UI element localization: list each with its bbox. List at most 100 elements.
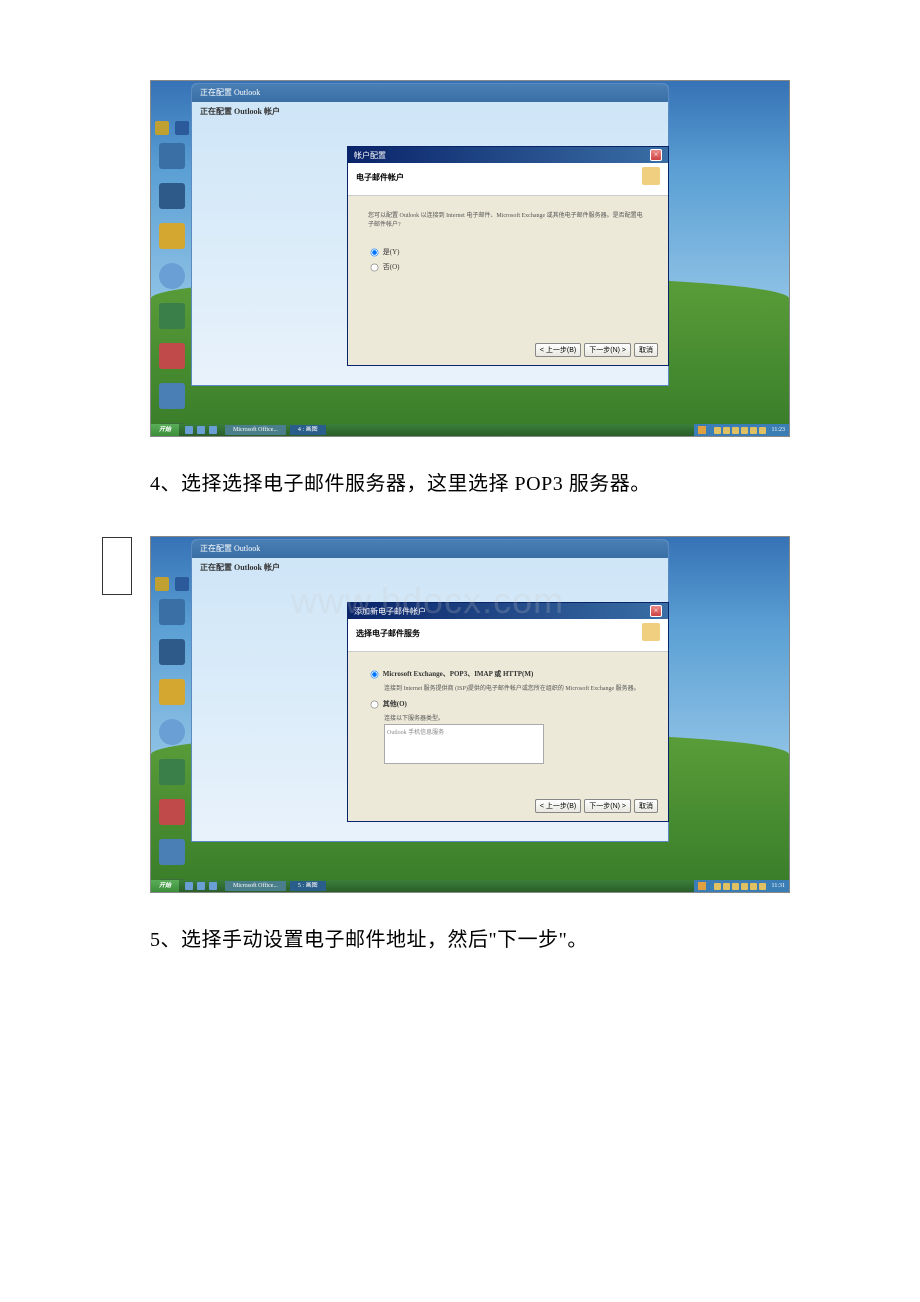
dialog-header: 电子邮件帐户 [348, 163, 668, 196]
step5-number: 5、 [150, 929, 181, 951]
desktop-icon[interactable] [159, 143, 185, 169]
dialog-hint: 您可以配置 Outlook 以连接到 Internet 电子邮件、Microso… [368, 210, 648, 228]
back-button[interactable]: < 上一步(B) [535, 799, 581, 813]
desktop-icons [154, 577, 189, 893]
dialog-titlebar: 添加新电子邮件帐户 × [348, 603, 668, 619]
quick-launch [179, 426, 223, 434]
radio-other-input[interactable] [371, 701, 379, 709]
desktop-icon[interactable] [159, 679, 185, 705]
close-icon[interactable]: × [650, 605, 662, 617]
dialog-title-text: 添加新电子邮件帐户 [354, 606, 426, 617]
shield-icon[interactable] [155, 577, 169, 591]
tray-icon[interactable] [759, 427, 766, 434]
taskbar: 开始 Microsoft Office... 5 : 画图 11:31 [151, 880, 789, 892]
step4-text: 4、选择选择电子邮件服务器，这里选择 POP3 服务器。 [150, 467, 860, 496]
tray-icon[interactable] [714, 427, 721, 434]
radio-yes[interactable]: 是(Y) [368, 246, 648, 259]
tray-icon[interactable] [732, 883, 739, 890]
outlook-wizard-window: 正在配置 Outlook 正在配置 Outlook 帐户 添加新电子邮件帐户 ×… [191, 539, 669, 842]
start-button[interactable]: 开始 [151, 424, 179, 436]
tray-icon[interactable] [732, 427, 739, 434]
screenshot-step4: 正在配置 Outlook 正在配置 Outlook 帐户 帐户配置 × 电子邮件… [150, 80, 790, 437]
cancel-button[interactable]: 取消 [634, 799, 658, 813]
cancel-button[interactable]: 取消 [634, 343, 658, 357]
ie-icon[interactable] [159, 719, 185, 745]
taskbar-item-office[interactable]: Microsoft Office... [225, 425, 286, 435]
step4-number: 4、 [150, 473, 181, 495]
tray-icon[interactable] [723, 883, 730, 890]
desktop-icon[interactable] [159, 639, 185, 665]
quick-launch [179, 882, 223, 890]
radio-no-input[interactable] [371, 264, 379, 272]
ql-icon[interactable] [197, 426, 205, 434]
desktop-icon[interactable] [159, 839, 185, 865]
clock: 11:23 [772, 427, 785, 433]
desktop-icon[interactable] [159, 759, 185, 785]
tray-icon[interactable] [723, 427, 730, 434]
wizard-sidebar-label: 正在配置 Outlook 帐户 [200, 562, 290, 573]
radio-other-label: 其他(O) [383, 700, 407, 708]
desktop-icons [154, 121, 189, 437]
outlook-wizard-window: 正在配置 Outlook 正在配置 Outlook 帐户 帐户配置 × 电子邮件… [191, 83, 669, 386]
tray-icon[interactable] [714, 883, 721, 890]
window-title: 正在配置 Outlook [192, 540, 668, 558]
radio-yes-label: 是(Y) [383, 248, 400, 256]
desktop-icon[interactable] [159, 799, 185, 825]
ie-icon[interactable] [159, 263, 185, 289]
dialog-titlebar: 帐户配置 × [348, 147, 668, 163]
tray-icon[interactable] [750, 427, 757, 434]
dialog-footer: < 上一步(B) 下一步(N) > 取消 [535, 343, 658, 357]
server-listbox[interactable]: Outlook 手机信息服务 [384, 724, 544, 764]
window-title: 正在配置 Outlook [192, 84, 668, 102]
desktop-icon[interactable] [159, 343, 185, 369]
close-icon[interactable]: × [650, 149, 662, 161]
dialog-header: 选择电子邮件服务 [348, 619, 668, 652]
start-button[interactable]: 开始 [151, 880, 179, 892]
account-config-dialog: 帐户配置 × 电子邮件帐户 您可以配置 Outlook 以连接到 Interne… [347, 146, 669, 366]
back-button[interactable]: < 上一步(B) [535, 343, 581, 357]
ql-icon[interactable] [185, 426, 193, 434]
tray-icon[interactable] [759, 883, 766, 890]
step4-body: 选择选择电子邮件服务器，这里选择 POP3 服务器。 [181, 473, 651, 495]
radio-other[interactable]: 其他(O) [368, 698, 648, 711]
other-description: 连接以下服务器类型。 [384, 713, 648, 722]
next-button[interactable]: 下一步(N) > [584, 799, 631, 813]
screenshot-step5: 正在配置 Outlook 正在配置 Outlook 帐户 添加新电子邮件帐户 ×… [150, 536, 790, 893]
desktop-icon[interactable] [159, 383, 185, 409]
dialog-body: Microsoft Exchange、POP3、IMAP 或 HTTP(M) 连… [348, 652, 668, 778]
recycle-icon[interactable] [175, 121, 189, 135]
next-button[interactable]: 下一步(N) > [584, 343, 631, 357]
tray-icon[interactable] [741, 883, 748, 890]
top-icons [154, 577, 189, 591]
taskbar-item-office[interactable]: Microsoft Office... [225, 881, 286, 891]
radio-exchange-input[interactable] [371, 671, 379, 679]
mail-icon [642, 167, 660, 185]
desktop-icon[interactable] [159, 303, 185, 329]
mail-icon [642, 623, 660, 641]
radio-exchange[interactable]: Microsoft Exchange、POP3、IMAP 或 HTTP(M) [368, 668, 648, 681]
add-account-dialog: 添加新电子邮件帐户 × 选择电子邮件服务 Microsoft Exchange、… [347, 602, 669, 822]
tray-icon[interactable] [750, 883, 757, 890]
desktop-icon[interactable] [159, 183, 185, 209]
taskbar-item-paint[interactable]: 5 : 画图 [290, 881, 326, 891]
recycle-icon[interactable] [175, 577, 189, 591]
server-list-item: Outlook 手机信息服务 [387, 730, 444, 736]
tray-indicator-icon[interactable] [698, 882, 706, 890]
radio-no[interactable]: 否(O) [368, 261, 648, 274]
desktop-icon[interactable] [159, 223, 185, 249]
dialog-title-text: 帐户配置 [354, 150, 386, 161]
exchange-description: 连接到 Internet 服务提供商 (ISP)提供的电子邮件帐户或您所在组织的… [384, 683, 648, 692]
dialog-header-text: 选择电子邮件服务 [356, 629, 420, 638]
ql-icon[interactable] [185, 882, 193, 890]
radio-yes-input[interactable] [371, 249, 379, 257]
dialog-footer: < 上一步(B) 下一步(N) > 取消 [535, 799, 658, 813]
ql-icon[interactable] [209, 882, 217, 890]
tray-indicator-icon[interactable] [698, 426, 706, 434]
desktop-icon[interactable] [159, 599, 185, 625]
ql-icon[interactable] [197, 882, 205, 890]
tray-icon[interactable] [741, 427, 748, 434]
ql-icon[interactable] [209, 426, 217, 434]
radio-no-label: 否(O) [383, 263, 400, 271]
shield-icon[interactable] [155, 121, 169, 135]
taskbar-item-paint[interactable]: 4 : 画图 [290, 425, 326, 435]
